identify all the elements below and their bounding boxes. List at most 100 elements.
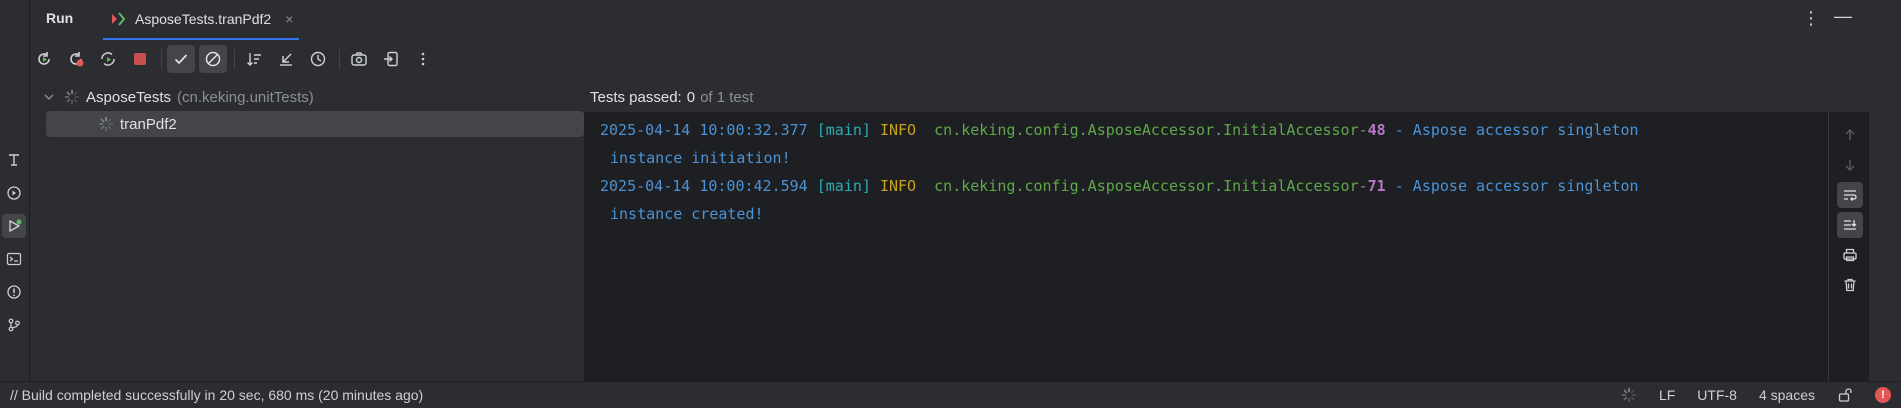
show-ignored-toggle[interactable] (199, 45, 227, 73)
console-line: 2025-04-14 10:00:32.377 [main] INFO cn.k… (600, 116, 1810, 144)
tab-close-icon[interactable]: × (285, 11, 293, 27)
rerun-failed-icon (70, 52, 84, 67)
minimize-icon[interactable]: — (1834, 6, 1852, 27)
print-button[interactable] (1837, 242, 1863, 268)
soft-wrap-toggle[interactable] (1837, 182, 1863, 208)
line-ending-widget[interactable]: LF (1659, 387, 1675, 403)
problems-tool-button[interactable] (2, 280, 26, 304)
trash-icon (1844, 278, 1856, 292)
log-level: INFO (879, 121, 926, 139)
log-dot: . (1214, 177, 1224, 195)
services-icon (7, 186, 21, 200)
tab-aspose-tests[interactable]: AsposeTests.tranPdf2 × (103, 0, 300, 40)
toolbar-separator (161, 49, 162, 69)
tree-node-label: tranPdf2 (120, 115, 177, 133)
background-task-spinner-icon[interactable] (1621, 387, 1637, 403)
console-output[interactable]: 2025-04-14 10:00:32.377 [main] INFO cn.k… (600, 116, 1810, 228)
tab-label: AsposeTests.tranPdf2 (135, 11, 272, 27)
scroll-to-end-toggle[interactable] (1837, 212, 1863, 238)
import-tests-button[interactable] (377, 45, 405, 73)
log-class: InitialAccessor (1223, 121, 1359, 139)
toolbar-more-button[interactable] (409, 45, 437, 73)
run-icon (9, 219, 22, 233)
tree-node-tranpdf2[interactable]: tranPdf2 (46, 111, 584, 137)
sort-icon (247, 53, 261, 66)
show-passed-toggle[interactable] (167, 45, 195, 73)
error-indicator-icon[interactable]: ! (1875, 387, 1891, 403)
sort-button[interactable] (240, 45, 268, 73)
tree-node-package: (cn.keking.unitTests) (177, 88, 314, 106)
toolbar-separator (339, 49, 340, 69)
collapse-all-button[interactable] (272, 45, 300, 73)
run-tool-title: Run (46, 10, 74, 26)
terminal-icon (6, 252, 22, 266)
log-line-number: 48 (1367, 121, 1386, 139)
ignored-icon (205, 51, 221, 67)
problems-icon (7, 285, 21, 299)
terminal-tool-button[interactable] (2, 247, 26, 271)
stop-icon (134, 53, 146, 65)
log-dot: . (1214, 121, 1224, 139)
test-tree-panel: AsposeTests (cn.keking.unitTests) tranPd… (30, 82, 584, 381)
tests-passed-count: 0 (686, 88, 696, 106)
screenshot-button[interactable] (345, 45, 373, 73)
test-status-header: Tests passed: 0 of 1 test (584, 82, 1828, 112)
log-dash: - (1358, 177, 1368, 195)
auto-test-icon (101, 52, 115, 66)
tests-passed-label: Tests passed: (590, 88, 682, 106)
loading-spinner-icon (98, 116, 114, 132)
structure-icon (9, 154, 19, 166)
log-timestamp: 2025-04-14 10:00:32.377 (600, 121, 808, 139)
structure-tool-button[interactable] (2, 148, 26, 172)
rerun-button[interactable] (30, 45, 58, 73)
tree-node-label: AsposeTests (86, 88, 172, 106)
more-vertical-icon (421, 52, 425, 66)
stop-button[interactable] (126, 45, 154, 73)
print-icon (1843, 248, 1857, 262)
toolbar-separator (234, 49, 235, 69)
checkmark-icon (174, 54, 188, 65)
console-line-continuation: instance initiation! (610, 149, 791, 167)
indent-widget[interactable]: 4 spaces (1759, 387, 1815, 403)
log-timestamp: 2025-04-14 10:00:42.594 (600, 177, 808, 195)
tests-total-text: of 1 test (700, 88, 754, 106)
loading-spinner-icon (64, 89, 80, 105)
run-tool-button[interactable] (2, 214, 26, 238)
log-message: - Aspose accessor singleton (1385, 121, 1639, 139)
more-options-icon[interactable]: ⋮ (1802, 8, 1820, 29)
lock-icon[interactable] (1837, 387, 1853, 403)
log-dash: - (1358, 121, 1368, 139)
log-line-number: 71 (1367, 177, 1386, 195)
toggle-auto-test-button[interactable] (94, 45, 122, 73)
scroll-down-button[interactable] (1837, 152, 1863, 178)
run-toolbar (30, 40, 1901, 78)
log-class: InitialAccessor (1223, 177, 1359, 195)
log-package: cn.keking.config.AsposeAccessor (934, 177, 1215, 195)
soft-wrap-icon (1844, 190, 1857, 201)
log-thread: [main] (816, 121, 871, 139)
test-config-icon (112, 12, 126, 26)
import-icon (384, 51, 398, 67)
arrow-down-icon (1845, 160, 1855, 171)
arrow-up-icon (1845, 129, 1855, 140)
test-history-button[interactable] (304, 45, 332, 73)
git-tool-button[interactable] (2, 313, 26, 337)
chevron-down-icon (44, 94, 54, 100)
status-bar-widgets: LF UTF-8 4 spaces ! (1621, 382, 1901, 408)
status-bar: // Build completed successfully in 20 se… (0, 381, 1901, 408)
services-tool-button[interactable] (2, 181, 26, 205)
scroll-up-button[interactable] (1837, 122, 1863, 148)
git-icon (8, 318, 20, 332)
build-status-message[interactable]: // Build completed successfully in 20 se… (10, 387, 423, 403)
log-message: - Aspose accessor singleton (1385, 177, 1639, 195)
scroll-to-end-icon (1844, 220, 1857, 230)
camera-icon (351, 52, 367, 66)
history-icon (310, 51, 326, 67)
log-package: cn.keking.config.AsposeAccessor (934, 121, 1215, 139)
encoding-widget[interactable]: UTF-8 (1697, 387, 1737, 403)
collapse-icon (280, 53, 292, 66)
console-side-toolbar (1828, 112, 1869, 381)
tree-node-aspose-tests[interactable]: AsposeTests (cn.keking.unitTests) (42, 84, 572, 110)
rerun-failed-button[interactable] (62, 45, 90, 73)
clear-all-button[interactable] (1837, 272, 1863, 298)
